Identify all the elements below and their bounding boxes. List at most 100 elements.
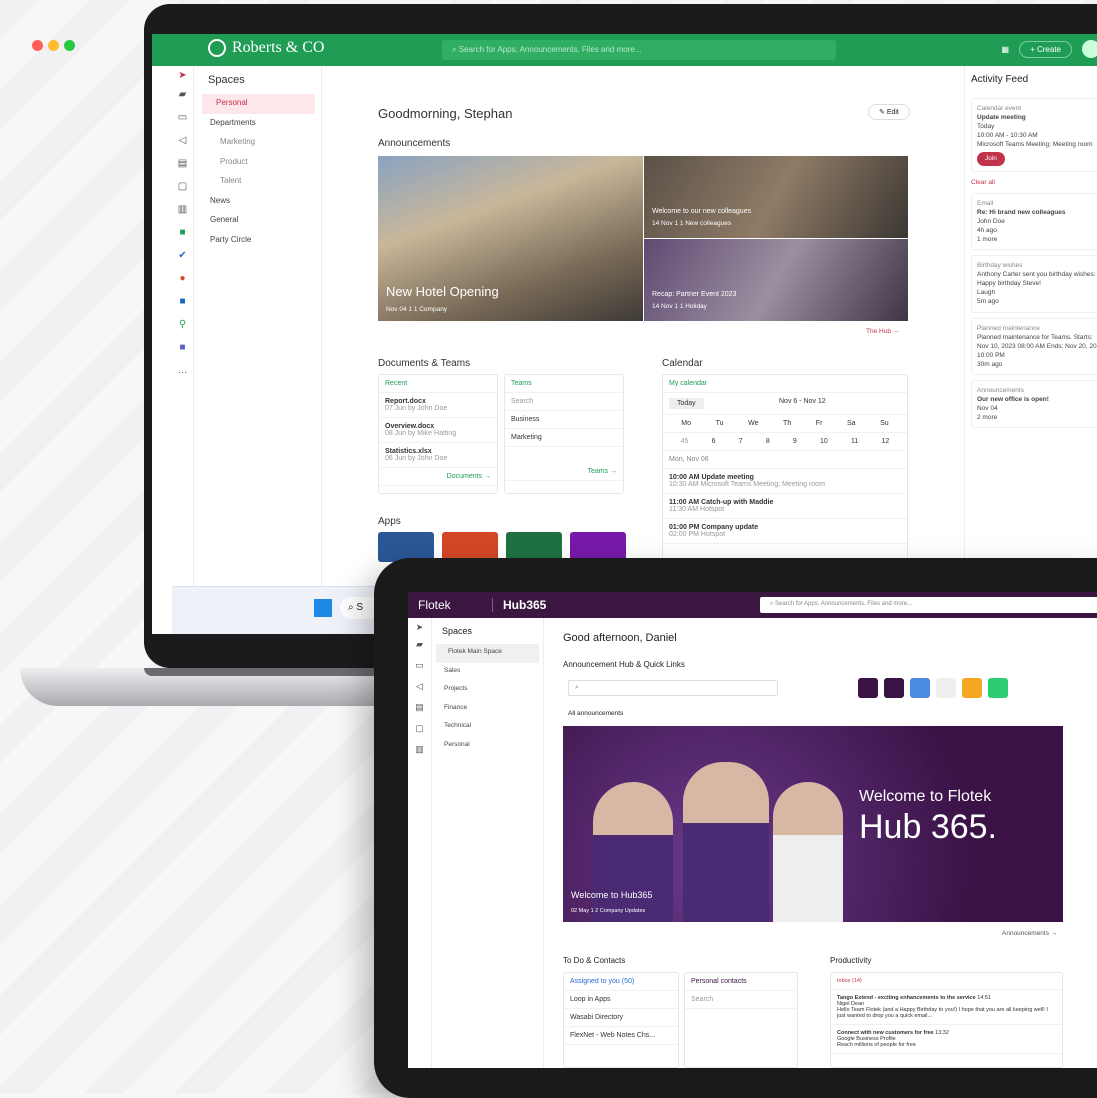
folder-icon[interactable]: ▰ (172, 89, 193, 112)
space-product[interactable]: Product (196, 153, 321, 173)
calendar-icon[interactable]: ▢ (408, 723, 431, 744)
feed-maintenance-card[interactable]: Planned maintenancePlanned maintenance f… (971, 318, 1097, 375)
space-sales[interactable]: Sales (432, 663, 543, 682)
space-personal[interactable]: Personal (432, 737, 543, 756)
task-item[interactable]: Loop in Apps (564, 991, 678, 1009)
announcements-link[interactable]: Announcements → (1002, 930, 1057, 937)
app-logo[interactable]: Roberts & CO (208, 39, 324, 57)
maximize-icon[interactable] (64, 40, 75, 51)
edit-button[interactable]: ✎ Edit (868, 104, 910, 120)
clear-all-link[interactable]: Clear all (965, 177, 1097, 188)
space-flotek-main[interactable]: Flotek Main Space (436, 644, 539, 663)
date-cell[interactable]: 10 (820, 438, 828, 445)
contacts-search[interactable]: Search (685, 991, 797, 1009)
calendar-icon[interactable]: ▢ (172, 181, 193, 204)
office-icon[interactable]: ● (172, 273, 193, 296)
space-general[interactable]: General (196, 211, 321, 231)
space-technical[interactable]: Technical (432, 718, 543, 737)
send-icon[interactable]: ◁ (172, 135, 193, 158)
space-finance[interactable]: Finance (432, 700, 543, 719)
hero-banner[interactable]: Welcome to Flotek Hub 365. Welcome to Hu… (563, 726, 1063, 922)
date-cell[interactable]: 12 (882, 438, 890, 445)
rocket-icon[interactable]: ➤ (172, 66, 193, 89)
file-statistics[interactable]: Statistics.xlsx06 Jun by John Doe (379, 443, 497, 468)
file-overview[interactable]: Overview.docx08 Jun by Mike Hatting (379, 418, 497, 443)
space-personal[interactable]: Personal (202, 94, 315, 114)
folder-icon[interactable]: ▰ (408, 639, 431, 660)
my-calendar-dropdown[interactable]: My calendar (663, 375, 907, 393)
today-button[interactable]: Today (669, 398, 704, 409)
recent-dropdown[interactable]: Recent (379, 375, 497, 393)
team-business[interactable]: Business (505, 411, 623, 429)
calendar-event[interactable]: 10:00 AM Update meeting10:30 AM Microsof… (663, 469, 907, 494)
space-departments[interactable]: Departments (196, 114, 321, 134)
activity-feed: Activity Feed Calendar event Update meet… (964, 66, 1097, 586)
file-report[interactable]: Report.docx07 Jun by John Doe (379, 393, 497, 418)
quicklink-1-icon[interactable] (858, 678, 878, 698)
date-cell[interactable]: 8 (766, 438, 770, 445)
space-party-circle[interactable]: Party Circle (196, 231, 321, 251)
send-icon[interactable]: ◁ (408, 681, 431, 702)
create-button[interactable]: + Create (1019, 41, 1072, 58)
sheets-icon[interactable]: ■ (172, 227, 193, 250)
search-input[interactable]: ⌕ Search for Apps, Announcements, Files … (442, 40, 836, 60)
calendar-event[interactable]: 01:00 PM Company update02:00 PM Hotspot (663, 519, 907, 544)
announcement-item-1[interactable]: Welcome to our new colleagues 14 Nov 1 1… (644, 156, 908, 238)
inbox-icon[interactable]: ▭ (172, 112, 193, 135)
inbox-icon[interactable]: ▭ (408, 660, 431, 681)
apps-icon[interactable]: ▥ (408, 744, 431, 765)
grid-icon[interactable]: ▦ (1002, 45, 1010, 54)
contacts-dropdown[interactable]: Personal contacts (685, 973, 797, 991)
announcement-main[interactable]: New Hotel Opening Nov 04 1 1 Company (378, 156, 643, 321)
feed-email-card[interactable]: EmailRe: Hi brand new colleaguesJohn Doe… (971, 193, 1097, 250)
calendar-event[interactable]: 11:00 AM Catch-up with Maddie11:30 AM Ho… (663, 494, 907, 519)
quicklink-6-icon[interactable] (988, 678, 1008, 698)
doc-icon[interactable]: ▤ (172, 158, 193, 181)
windows-icon[interactable] (314, 599, 332, 617)
join-button[interactable]: Join (977, 152, 1005, 165)
assigned-dropdown[interactable]: Assigned to you (50) (564, 973, 678, 991)
date-cell[interactable]: 6 (712, 438, 716, 445)
more-icon[interactable]: … (172, 365, 193, 388)
quicklink-3-icon[interactable] (910, 678, 930, 698)
feed-announcement-card[interactable]: AnnouncementsOur new office is open!Nov … (971, 380, 1097, 428)
space-news[interactable]: News (196, 192, 321, 212)
tablet-search-input[interactable]: ⌕ Search for Apps, Announcements, Files … (760, 597, 1097, 613)
space-marketing[interactable]: Marketing (196, 133, 321, 153)
date-range[interactable]: Nov 6 - Nov 12 (779, 398, 826, 409)
rocket-icon[interactable]: ➤ (408, 618, 431, 639)
teams-icon[interactable]: ■ (172, 342, 193, 365)
google-search-input[interactable]: ⌕ (568, 680, 778, 696)
mail-item[interactable]: Tango Extend - exciting enhancements to … (831, 990, 1062, 1025)
mail-item[interactable]: Connect with new customers for free 13:3… (831, 1025, 1062, 1054)
team-marketing[interactable]: Marketing (505, 429, 623, 447)
quicklink-5-icon[interactable] (962, 678, 982, 698)
minimize-icon[interactable] (48, 40, 59, 51)
outlook-icon[interactable]: ■ (172, 296, 193, 319)
date-cell[interactable]: 9 (793, 438, 797, 445)
check-icon[interactable]: ✔ (172, 250, 193, 273)
quicklink-2-icon[interactable] (884, 678, 904, 698)
announcements-filter[interactable]: All announcements (568, 710, 623, 717)
maps-icon[interactable]: ⚲ (172, 319, 193, 342)
teams-search[interactable]: Search (505, 393, 623, 411)
close-icon[interactable] (32, 40, 43, 51)
space-talent[interactable]: Talent (196, 172, 321, 192)
avatar[interactable] (1082, 40, 1097, 58)
task-item[interactable]: Wasabi Directory (564, 1009, 678, 1027)
documents-link[interactable]: Documents → (379, 468, 497, 486)
feed-calendar-card[interactable]: Calendar event Update meetingToday10:00 … (971, 98, 1097, 172)
teams-link[interactable]: Teams → (505, 463, 623, 481)
apps-icon[interactable]: ▥ (172, 204, 193, 227)
date-cell[interactable]: 7 (739, 438, 743, 445)
quicklink-4-icon[interactable] (936, 678, 956, 698)
hub-link[interactable]: The Hub → (866, 328, 899, 335)
date-cell[interactable]: 11 (851, 438, 858, 445)
space-projects[interactable]: Projects (432, 681, 543, 700)
hub-title[interactable]: Hub365 (503, 598, 546, 612)
flotek-logo[interactable]: Flotek (418, 598, 451, 612)
task-item[interactable]: FlexNet - Web Notes Chs... (564, 1027, 678, 1045)
feed-birthday-card[interactable]: Birthday wishesAnthony Carter sent you b… (971, 255, 1097, 312)
doc-icon[interactable]: ▤ (408, 702, 431, 723)
announcement-item-2[interactable]: Recap: Partner Event 2023 14 Nov 1 1 Hol… (644, 239, 908, 321)
